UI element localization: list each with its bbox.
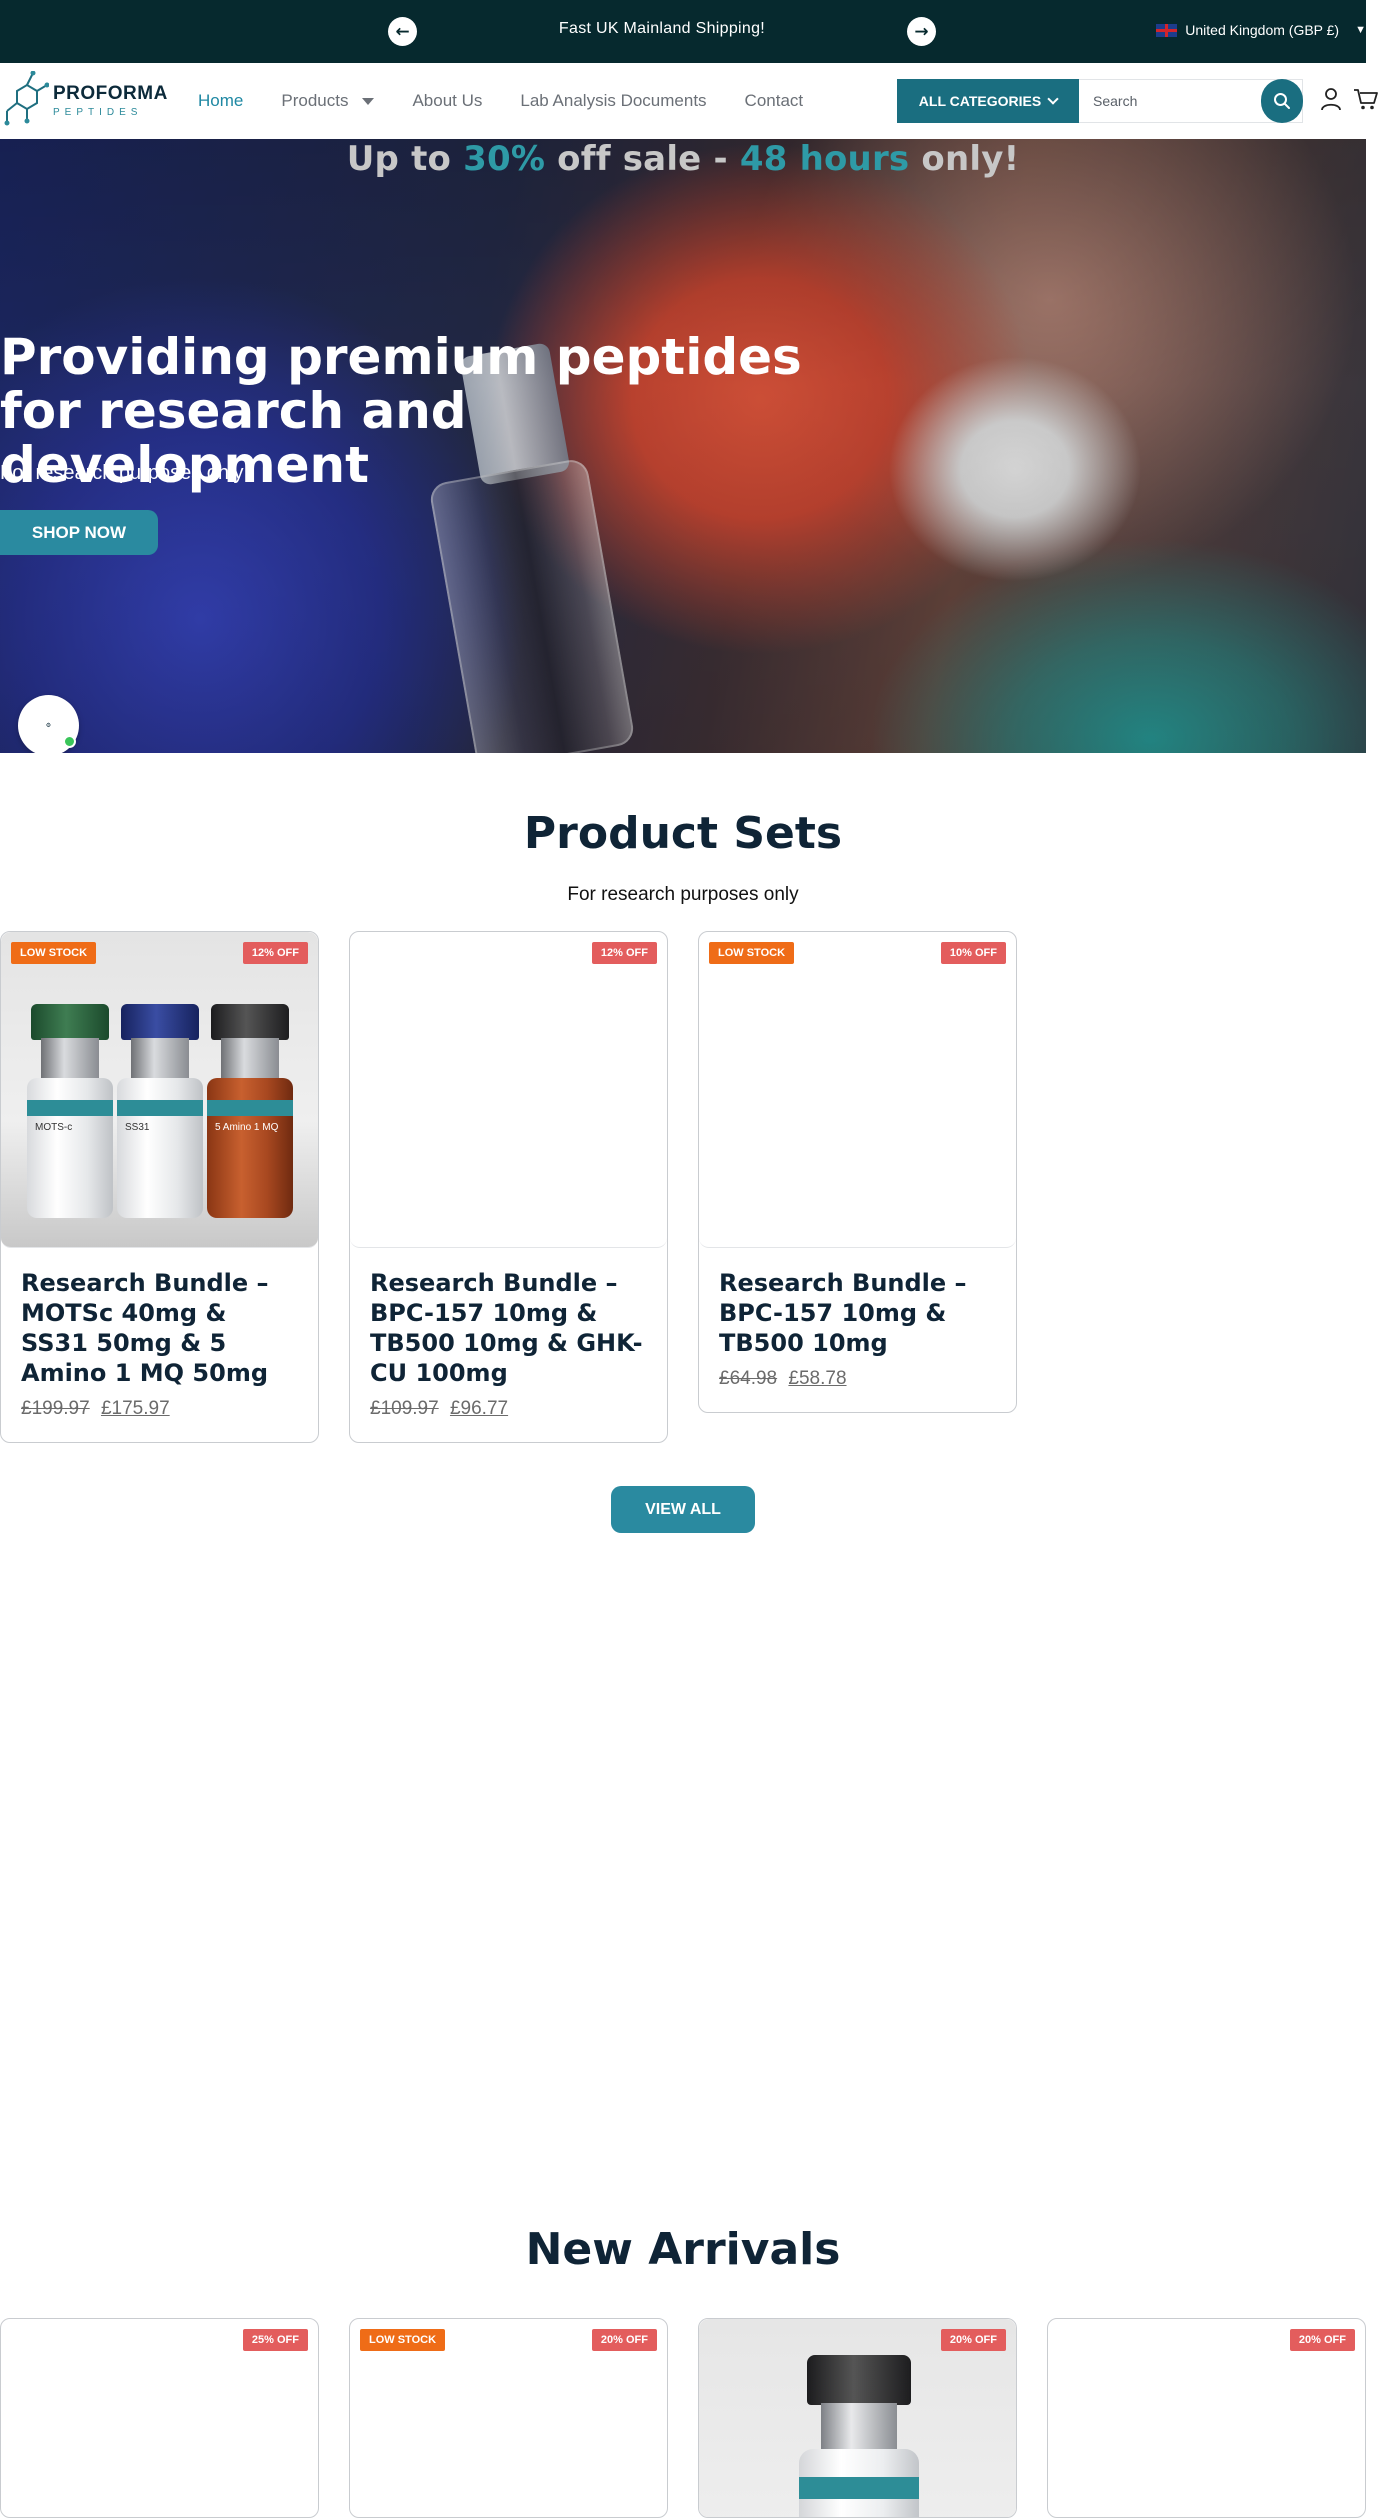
all-categories-button[interactable]: ALL CATEGORIES	[897, 79, 1079, 123]
country-selector[interactable]: United Kingdom (GBP £) ▼	[1156, 22, 1366, 38]
site-header: PROFORMA PEPTIDES Home Products About Us…	[0, 63, 1378, 139]
chat-widget-button[interactable]: ⚙	[18, 695, 79, 753]
announcement-message: Fast UK Mainland Shipping!	[558, 20, 766, 37]
discount-badge: 10% OFF	[940, 942, 1006, 964]
vial-label: MOTS-c	[35, 1122, 73, 1133]
nav-products[interactable]: Products	[281, 91, 375, 111]
sale-percent: 30%	[463, 139, 546, 179]
low-stock-badge: LOW STOCK	[709, 942, 795, 964]
product-sets-subtitle: For research purposes only	[567, 884, 799, 905]
product-image: 20% OFF	[699, 2319, 1016, 2517]
announcement-bar: ← Fast UK Mainland Shipping! → United Ki…	[0, 0, 1366, 63]
product-title[interactable]: Research Bundle – BPC-157 10mg & TB500 1…	[719, 1268, 996, 1358]
product-image: LOW STOCK 10% OFF	[699, 932, 1016, 1248]
product-card[interactable]: 12% OFF Research Bundle – BPC-157 10mg &…	[349, 931, 668, 1443]
sale-prefix: Up to	[346, 139, 464, 179]
product-card[interactable]: 20% OFF	[1047, 2318, 1366, 2518]
product-card[interactable]: LOW STOCK 10% OFF Research Bundle – BPC-…	[698, 931, 1017, 1413]
product-image: 12% OFF	[350, 932, 667, 1248]
sale-price: £96.77	[449, 1398, 509, 1419]
sale-banner: Up to 30% off sale - 48 hours only!	[0, 139, 1366, 179]
dropdown-caret-icon	[362, 97, 375, 105]
vial-label: SS31	[125, 1122, 150, 1133]
low-stock-badge: LOW STOCK	[11, 942, 97, 964]
product-image: 20% OFF	[1048, 2319, 1365, 2517]
online-status-dot	[63, 735, 76, 748]
chat-logo-icon: ⚙	[45, 723, 52, 729]
vial-image: 5 Amino 1 MQ	[207, 1004, 293, 1219]
product-title[interactable]: Research Bundle – BPC-157 10mg & TB500 1…	[370, 1268, 647, 1388]
arrow-right-icon[interactable]: →	[907, 17, 936, 46]
arrow-left-icon[interactable]: ←	[388, 17, 417, 46]
product-image: LOW STOCK 20% OFF	[350, 2319, 667, 2517]
product-price: £199.97 £175.97	[21, 1398, 298, 1420]
search-input[interactable]	[1093, 93, 1263, 109]
molecule-logo-icon	[4, 71, 49, 126]
product-card[interactable]: 25% OFF	[0, 2318, 319, 2518]
nav-products-label: Products	[281, 91, 349, 110]
original-price: £199.97	[21, 1398, 90, 1419]
cart-icon[interactable]	[1353, 87, 1379, 111]
product-card[interactable]: MOTS-c SS31 5 Amino 1 MQ LOW STOCK 12% O…	[0, 931, 319, 1443]
hero-subtext: For research purposes only	[0, 462, 244, 484]
vial-image: SS31	[117, 1004, 203, 1219]
discount-badge: 20% OFF	[1289, 2329, 1355, 2351]
product-image: 25% OFF	[1, 2319, 318, 2517]
product-title[interactable]: Research Bundle – MOTSc 40mg & SS31 50mg…	[21, 1268, 298, 1388]
discount-badge: 20% OFF	[591, 2329, 657, 2351]
sale-mid: off sale -	[545, 139, 740, 179]
view-all-button[interactable]: VIEW ALL	[611, 1486, 755, 1533]
product-price: £109.97 £96.77	[370, 1398, 647, 1420]
logo-tagline: PEPTIDES	[53, 106, 143, 118]
main-nav: Home Products About Us Lab Analysis Docu…	[198, 63, 841, 139]
search-button[interactable]	[1261, 79, 1303, 123]
product-sets-title: Product Sets	[523, 808, 843, 859]
nav-lab-analysis[interactable]: Lab Analysis Documents	[520, 91, 706, 111]
vial-label: 5 Amino 1 MQ	[215, 1122, 279, 1133]
uk-flag-icon	[1156, 23, 1178, 37]
sale-suffix: only!	[909, 139, 1020, 179]
chevron-down-icon	[1047, 93, 1059, 105]
search-icon	[1274, 93, 1290, 109]
nav-home[interactable]: Home	[198, 91, 243, 111]
sale-price: £175.97	[100, 1398, 170, 1419]
new-arrivals-title: New Arrivals	[525, 2224, 841, 2275]
nav-about-us[interactable]: About Us	[412, 91, 482, 111]
sale-price: £58.78	[788, 1368, 847, 1389]
discount-badge: 12% OFF	[591, 942, 657, 964]
original-price: £109.97	[370, 1398, 439, 1419]
discount-badge: 12% OFF	[242, 942, 308, 964]
user-account-icon[interactable]	[1320, 87, 1342, 111]
logo-name: PROFORMA	[53, 82, 168, 104]
nav-contact[interactable]: Contact	[745, 91, 804, 111]
original-price: £64.98	[719, 1368, 778, 1389]
country-label: United Kingdom (GBP £)	[1185, 22, 1340, 38]
hero-banner: Up to 30% off sale - 48 hours only! Prov…	[0, 139, 1366, 753]
shop-now-button[interactable]: SHOP NOW	[0, 510, 158, 555]
discount-badge: 25% OFF	[242, 2329, 308, 2351]
discount-badge: 20% OFF	[940, 2329, 1006, 2351]
product-card[interactable]: 20% OFF	[698, 2318, 1017, 2518]
low-stock-badge: LOW STOCK	[360, 2329, 446, 2351]
sale-hours: 48 hours	[739, 139, 910, 179]
all-categories-label: ALL CATEGORIES	[918, 93, 1042, 109]
product-card[interactable]: LOW STOCK 20% OFF	[349, 2318, 668, 2518]
logo[interactable]: PROFORMA PEPTIDES	[3, 71, 167, 129]
caret-down-icon: ▼	[1355, 24, 1366, 36]
product-price: £64.98 £58.78	[719, 1368, 996, 1390]
product-image: MOTS-c SS31 5 Amino 1 MQ LOW STOCK 12% O…	[1, 932, 318, 1248]
vial-image: MOTS-c	[27, 1004, 113, 1219]
